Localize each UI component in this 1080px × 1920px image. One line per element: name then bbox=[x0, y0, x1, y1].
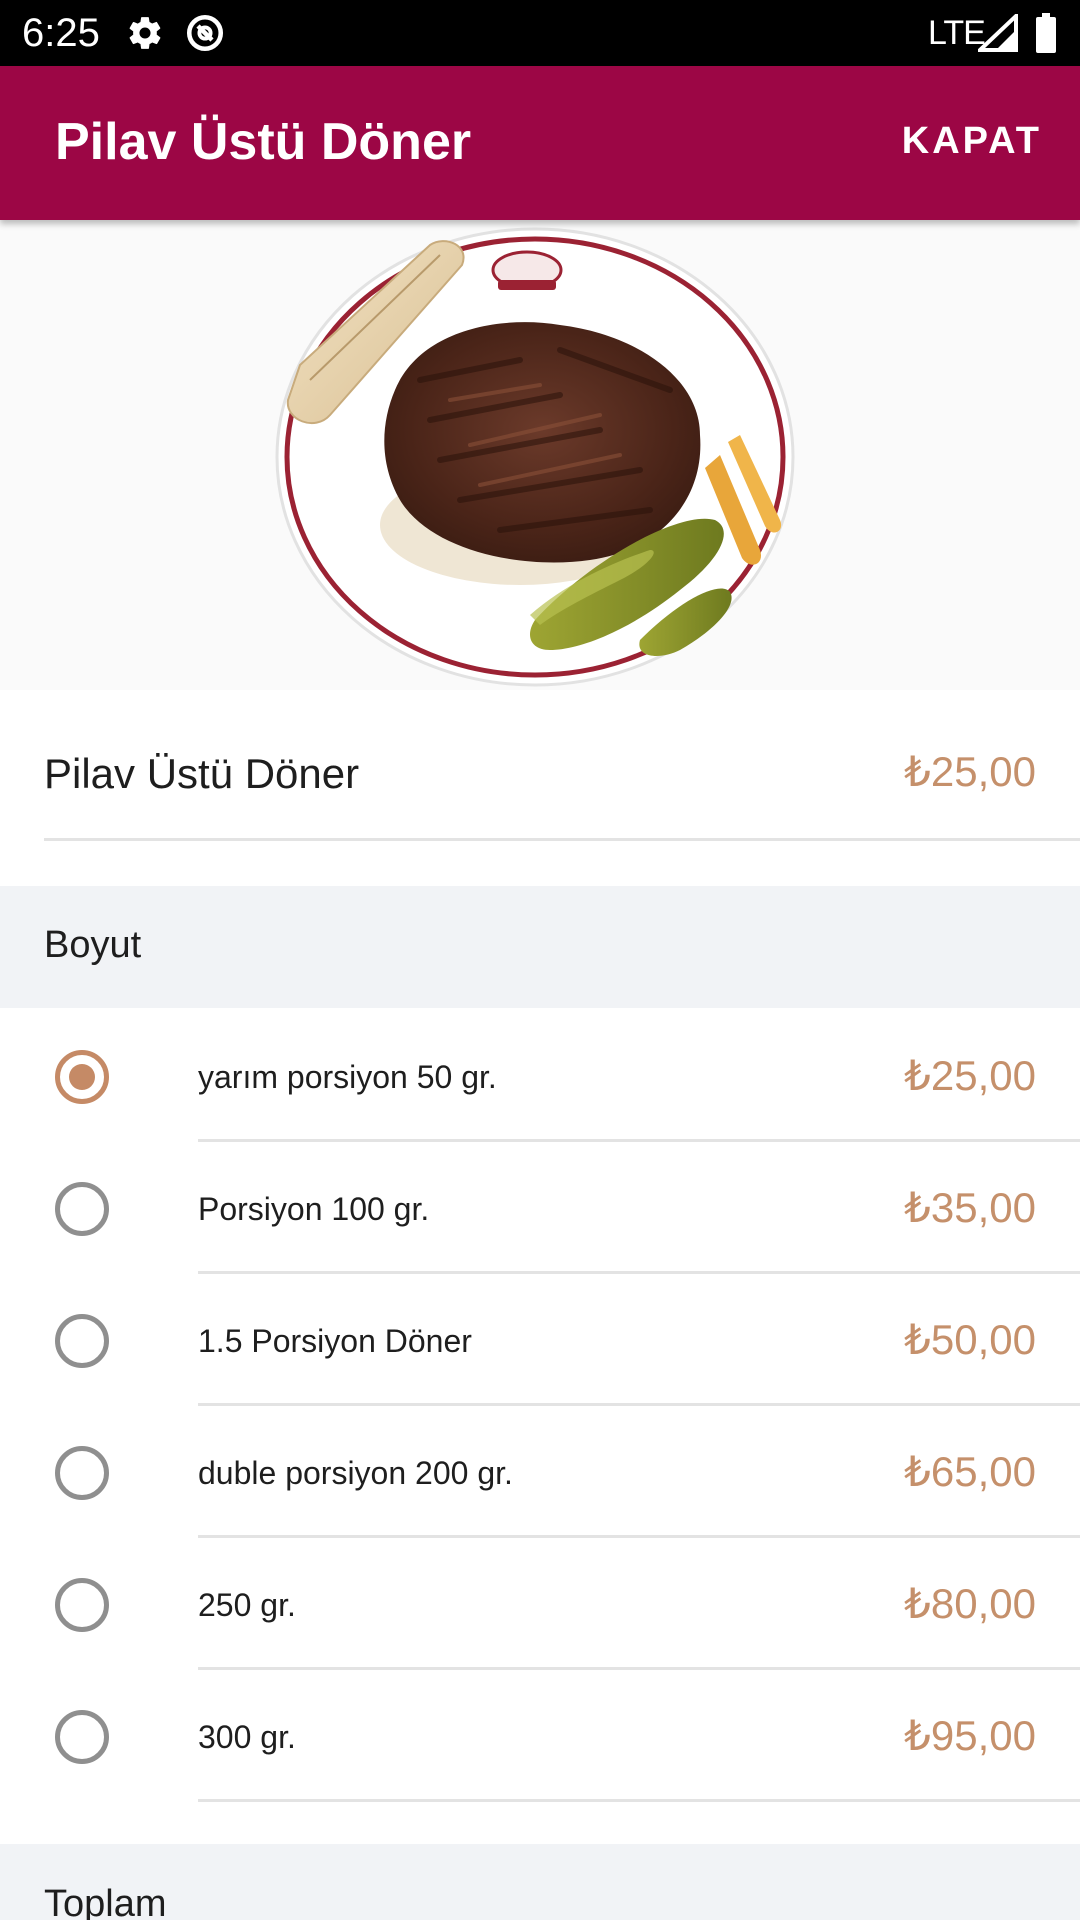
divider bbox=[44, 838, 1080, 841]
option-label: duble porsiyon 200 gr. bbox=[198, 1455, 513, 1491]
option-label: 1.5 Porsiyon Döner bbox=[198, 1323, 472, 1359]
close-button[interactable]: KAPAT bbox=[902, 116, 1042, 166]
size-option[interactable]: 300 gr. ₺95,00 bbox=[0, 1670, 1080, 1802]
option-price: ₺25,00 bbox=[904, 1052, 1036, 1099]
section-title: Boyut bbox=[44, 924, 142, 966]
option-price: ₺35,00 bbox=[904, 1184, 1036, 1231]
product-price: ₺25,00 bbox=[904, 748, 1036, 795]
radio-button[interactable] bbox=[55, 1710, 109, 1764]
radio-selected-dot bbox=[69, 1064, 95, 1090]
option-price: ₺80,00 bbox=[904, 1580, 1036, 1627]
size-option[interactable]: 250 gr. ₺80,00 bbox=[0, 1538, 1080, 1670]
size-option[interactable]: yarım porsiyon 50 gr. ₺25,00 bbox=[0, 1010, 1080, 1142]
product-name: Pilav Üstü Döner bbox=[44, 750, 360, 797]
radio-button[interactable] bbox=[55, 1182, 109, 1236]
data-saver-icon bbox=[184, 12, 226, 59]
option-label: yarım porsiyon 50 gr. bbox=[198, 1059, 497, 1095]
product-header: Pilav Üstü Döner ₺25,00 bbox=[0, 718, 1080, 842]
radio-button[interactable] bbox=[55, 1446, 109, 1500]
app-bar: Pilav Üstü Döner KAPAT bbox=[0, 66, 1080, 220]
radio-button[interactable] bbox=[55, 1314, 109, 1368]
status-time: 6:25 bbox=[22, 11, 100, 55]
option-price: ₺95,00 bbox=[904, 1712, 1036, 1759]
option-label: 300 gr. bbox=[198, 1719, 296, 1755]
radio-button[interactable] bbox=[55, 1050, 109, 1104]
option-label: Porsiyon 100 gr. bbox=[198, 1191, 430, 1227]
battery-icon bbox=[1034, 13, 1058, 58]
size-option[interactable]: 1.5 Porsiyon Döner ₺50,00 bbox=[0, 1274, 1080, 1406]
signal-icon bbox=[974, 11, 1018, 57]
gear-icon bbox=[126, 14, 164, 57]
option-price: ₺65,00 bbox=[904, 1448, 1036, 1495]
status-bar: 6:25 LTE bbox=[0, 0, 1080, 66]
product-image bbox=[0, 220, 1080, 690]
size-option[interactable]: duble porsiyon 200 gr. ₺65,00 bbox=[0, 1406, 1080, 1538]
size-section-header: Boyut bbox=[0, 886, 1080, 1008]
radio-button[interactable] bbox=[55, 1578, 109, 1632]
network-label: LTE bbox=[928, 14, 986, 52]
option-price: ₺50,00 bbox=[904, 1316, 1036, 1363]
divider bbox=[198, 1799, 1080, 1802]
section-title: Toplam bbox=[44, 1883, 167, 1920]
option-label: 250 gr. bbox=[198, 1587, 296, 1623]
page-title: Pilav Üstü Döner bbox=[55, 113, 472, 171]
size-option[interactable]: Porsiyon 100 gr. ₺35,00 bbox=[0, 1142, 1080, 1274]
total-section-header: Toplam bbox=[0, 1844, 1080, 1920]
